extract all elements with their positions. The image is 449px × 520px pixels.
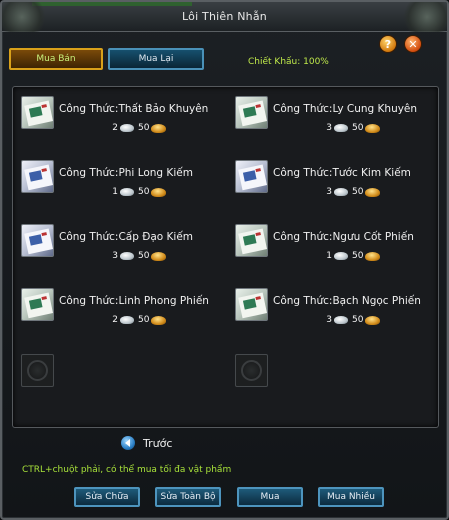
item-name: Công Thức:Bạch Ngọc Phiến bbox=[273, 295, 421, 307]
item-name: Công Thức:Cấp Đạo Kiếm bbox=[59, 231, 194, 243]
shop-item[interactable]: Công Thức:Ngưu Cốt Phiến 1 50 bbox=[235, 224, 435, 268]
silver-ingot-icon bbox=[334, 188, 348, 196]
shop-item[interactable]: Công Thức:Linh Phong Phiến 2 50 bbox=[21, 288, 221, 332]
item-price: 2 50 bbox=[110, 122, 167, 134]
shop-item[interactable]: Công Thức:Ly Cung Khuyên 3 50 bbox=[235, 96, 435, 140]
gold-amount: 50 bbox=[138, 123, 150, 133]
title-bar[interactable]: Lôi Thiên Nhẫn bbox=[2, 2, 447, 32]
silver-amount: 3 bbox=[112, 251, 118, 261]
item-price: 3 50 bbox=[324, 122, 381, 134]
recipe-scroll-icon bbox=[21, 160, 54, 193]
item-name: Công Thức:Thất Bảo Khuyên bbox=[59, 103, 209, 115]
item-name: Công Thức:Tước Kim Kiếm bbox=[273, 167, 411, 179]
gold-ingot-icon bbox=[151, 251, 167, 261]
empty-slot[interactable] bbox=[21, 354, 54, 387]
buy-button[interactable]: Mua bbox=[237, 487, 303, 507]
silver-amount: 1 bbox=[326, 251, 332, 261]
item-name: Công Thức:Linh Phong Phiến bbox=[59, 295, 209, 307]
gold-ingot-icon bbox=[365, 123, 381, 133]
silver-amount: 2 bbox=[112, 315, 118, 325]
silver-amount: 3 bbox=[326, 315, 332, 325]
shop-window: Lôi Thiên Nhẫn ? ✕ Mua Bán Mua Lại Chiết… bbox=[0, 0, 449, 520]
repair-all-button[interactable]: Sửa Toàn Bộ bbox=[155, 487, 221, 507]
gold-ingot-icon bbox=[151, 315, 167, 325]
close-button[interactable]: ✕ bbox=[404, 35, 422, 53]
silver-ingot-icon bbox=[120, 252, 134, 260]
shop-item[interactable]: Công Thức:Thất Bảo Khuyên 2 50 bbox=[21, 96, 221, 140]
gold-amount: 50 bbox=[138, 315, 150, 325]
discount-label: Chiết Khấu: 100% bbox=[248, 57, 329, 67]
help-button[interactable]: ? bbox=[379, 35, 397, 53]
shop-item[interactable]: Công Thức:Tước Kim Kiếm 3 50 bbox=[235, 160, 435, 204]
gold-amount: 50 bbox=[352, 187, 364, 197]
silver-amount: 1 bbox=[112, 187, 118, 197]
silver-ingot-icon bbox=[120, 316, 134, 324]
buy-hint: CTRL+chuột phải, có thể mua tối đa vật p… bbox=[22, 465, 232, 475]
item-price: 3 50 bbox=[324, 314, 381, 326]
buy-many-button[interactable]: Mua Nhiều bbox=[318, 487, 384, 507]
item-price: 3 50 bbox=[110, 250, 167, 262]
recipe-scroll-icon bbox=[235, 96, 268, 129]
item-price: 1 50 bbox=[110, 186, 167, 198]
gold-ingot-icon bbox=[365, 187, 381, 197]
gold-amount: 50 bbox=[352, 315, 364, 325]
prev-page-button[interactable] bbox=[121, 436, 135, 450]
item-price: 2 50 bbox=[110, 314, 167, 326]
silver-amount: 3 bbox=[326, 123, 332, 133]
tab-sell[interactable]: Mua Bán bbox=[9, 48, 103, 70]
gold-amount: 50 bbox=[138, 187, 150, 197]
title-decoration bbox=[32, 2, 192, 6]
empty-slot-icon bbox=[241, 360, 262, 381]
gold-amount: 50 bbox=[352, 251, 364, 261]
window-title: Lôi Thiên Nhẫn bbox=[182, 10, 267, 23]
empty-slot[interactable] bbox=[235, 354, 268, 387]
gold-amount: 50 bbox=[352, 123, 364, 133]
prev-page-label[interactable]: Trước bbox=[143, 437, 172, 450]
shop-item[interactable]: Công Thức:Bạch Ngọc Phiến 3 50 bbox=[235, 288, 435, 332]
gold-amount: 50 bbox=[138, 251, 150, 261]
tab-buyback[interactable]: Mua Lại bbox=[108, 48, 204, 70]
recipe-scroll-icon bbox=[21, 288, 54, 321]
recipe-scroll-icon bbox=[21, 224, 54, 257]
recipe-scroll-icon bbox=[235, 224, 268, 257]
recipe-scroll-icon bbox=[21, 96, 54, 129]
silver-ingot-icon bbox=[334, 316, 348, 324]
gold-ingot-icon bbox=[151, 123, 167, 133]
item-name: Công Thức:Phi Long Kiếm bbox=[59, 167, 193, 179]
gold-ingot-icon bbox=[365, 251, 381, 261]
shop-item[interactable]: Công Thức:Phi Long Kiếm 1 50 bbox=[21, 160, 221, 204]
silver-amount: 3 bbox=[326, 187, 332, 197]
item-name: Công Thức:Ly Cung Khuyên bbox=[273, 103, 418, 115]
shop-item[interactable]: Công Thức:Cấp Đạo Kiếm 3 50 bbox=[21, 224, 221, 268]
silver-ingot-icon bbox=[120, 188, 134, 196]
item-name: Công Thức:Ngưu Cốt Phiến bbox=[273, 231, 414, 243]
item-price: 1 50 bbox=[324, 250, 381, 262]
silver-ingot-icon bbox=[334, 252, 348, 260]
gold-ingot-icon bbox=[151, 187, 167, 197]
recipe-scroll-icon bbox=[235, 160, 268, 193]
empty-slot-icon bbox=[27, 360, 48, 381]
close-icon: ✕ bbox=[408, 37, 418, 51]
repair-button[interactable]: Sửa Chữa bbox=[74, 487, 140, 507]
silver-amount: 2 bbox=[112, 123, 118, 133]
silver-ingot-icon bbox=[120, 124, 134, 132]
gold-ingot-icon bbox=[365, 315, 381, 325]
question-icon: ? bbox=[384, 37, 392, 51]
silver-ingot-icon bbox=[334, 124, 348, 132]
recipe-scroll-icon bbox=[235, 288, 268, 321]
item-price: 3 50 bbox=[324, 186, 381, 198]
